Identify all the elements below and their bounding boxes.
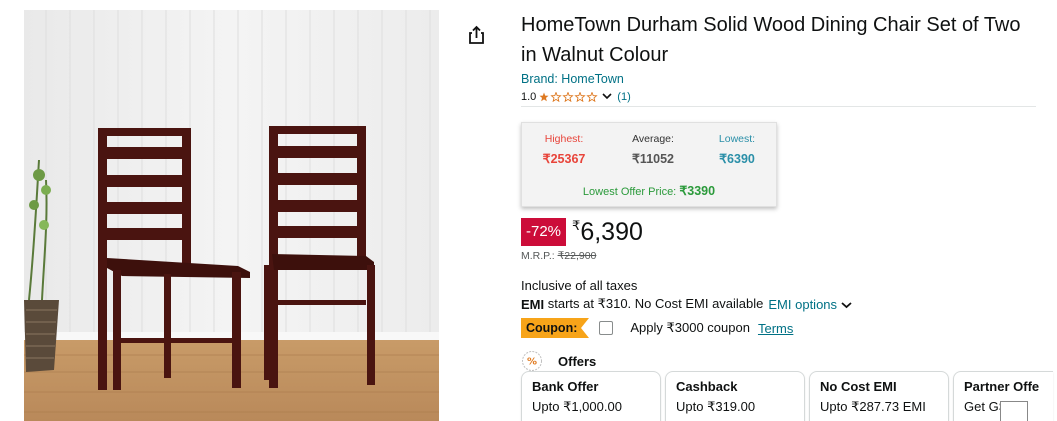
coupon-badge: Coupon: <box>521 318 590 338</box>
price-highest-value: ₹25367 <box>542 152 586 166</box>
star-icons <box>539 92 598 102</box>
offers-title: Offers <box>558 353 597 369</box>
share-icon[interactable] <box>466 24 488 46</box>
offer-card-desc: Upto ₹287.73 EMI <box>820 399 926 414</box>
lowest-offer-label: Lowest Offer Price: <box>582 186 677 198</box>
product-info: HomeTown Durham Solid Wood Dining Chair … <box>521 10 1057 372</box>
emi-options-link[interactable]: EMI options <box>768 297 837 312</box>
offer-card-title: Cashback <box>676 379 738 394</box>
emi-label: EMI <box>521 296 545 312</box>
price-highest-label: Highest: <box>544 133 584 145</box>
rating-count-link[interactable]: (1) <box>617 91 630 103</box>
rating-value: 1.0 <box>521 91 537 103</box>
product-photo <box>24 10 439 421</box>
coupon-checkbox[interactable] <box>599 321 614 335</box>
chevron-down-icon[interactable] <box>841 297 852 312</box>
offer-card-no-cost-emi[interactable]: No Cost EMI Upto ₹287.73 EMI <box>809 371 949 421</box>
offer-card-desc: Upto ₹1,000.00 <box>532 399 622 414</box>
price-lowest: Lowest: ₹6390 <box>697 133 777 166</box>
currency-symbol: ₹ <box>572 218 581 233</box>
product-image[interactable] <box>24 10 439 421</box>
rating-stars[interactable] <box>539 92 599 102</box>
coupon-row: Coupon: Apply ₹3000 coupon Terms <box>521 318 1057 338</box>
offers-percent-icon: % <box>521 350 543 372</box>
coupon-text: Apply ₹3000 coupon <box>630 320 750 335</box>
offer-card-title: Bank Offer <box>532 379 599 394</box>
offer-card-title: No Cost EMI <box>820 379 897 394</box>
offer-card-bank[interactable]: Bank Offer Upto ₹1,000.00 <box>521 371 661 421</box>
offer-card-title: Partner Offe <box>964 379 1040 394</box>
mrp-value: ₹22,900 <box>557 250 597 262</box>
price-lowest-value: ₹6390 <box>719 152 755 166</box>
offers-heading: % Offers <box>521 350 1057 372</box>
svg-text:%: % <box>527 357 537 368</box>
taxes-note: Inclusive of all taxes <box>521 278 638 293</box>
discount-badge: -72% <box>521 218 567 246</box>
price-history-box: Highest: ₹25367 Average: ₹11052 Lowest: … <box>521 122 777 207</box>
price-highest: Highest: ₹25367 <box>524 133 604 166</box>
emi-row: EMI starts at ₹310. No Cost EMI availabl… <box>521 296 1057 312</box>
offer-card-desc: Upto ₹319.00 <box>676 399 756 414</box>
lowest-offer-price: Lowest Offer Price: ₹3390 <box>522 183 776 198</box>
chevron-down-icon[interactable] <box>602 91 612 103</box>
emi-text: starts at ₹310. No Cost EMI available <box>544 296 764 311</box>
price-value: 6,390 <box>580 218 643 246</box>
divider <box>521 106 1036 107</box>
rating-row: 1.0 (1) <box>521 91 1057 103</box>
brand-link[interactable]: Brand: HomeTown <box>521 72 624 86</box>
offer-card-cashback[interactable]: Cashback Upto ₹319.00 <box>665 371 805 421</box>
offer-cards: Bank Offer Upto ₹1,000.00 Cashback Upto … <box>521 371 1053 421</box>
price-row: -72% ₹ 6,390 <box>521 218 1057 248</box>
coupon-terms-link[interactable]: Terms <box>758 321 793 336</box>
mrp-label: M.R.P.: <box>521 250 555 262</box>
lowest-offer-value: ₹3390 <box>679 184 716 198</box>
price-average-value: ₹11052 <box>631 152 675 166</box>
price-average-label: Average: <box>632 133 674 145</box>
price: ₹ 6,390 <box>572 218 643 246</box>
price-lowest-label: Lowest: <box>718 133 756 145</box>
mrp: M.R.P.: ₹22,900 <box>521 250 1057 262</box>
overlay-box <box>1000 401 1028 421</box>
product-title: HomeTown Durham Solid Wood Dining Chair … <box>521 14 1021 66</box>
price-average: Average: ₹11052 <box>613 133 693 166</box>
offer-card-partner[interactable]: Partner Offe Get GST <box>953 371 1053 421</box>
